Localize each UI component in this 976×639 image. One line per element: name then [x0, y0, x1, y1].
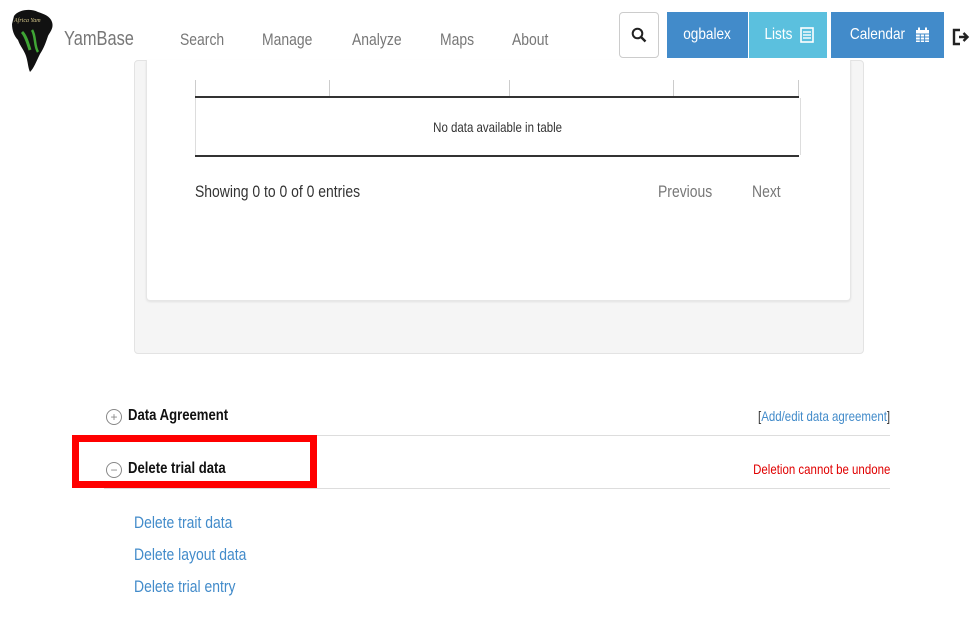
- brand-name[interactable]: YamBase: [64, 28, 134, 51]
- deletion-warning: Deletion cannot be undone: [752, 461, 890, 477]
- link-bracket-close: ]: [886, 408, 890, 424]
- nav-analyze[interactable]: Analyze: [352, 30, 402, 50]
- user-label: ogbalex: [683, 26, 732, 43]
- user-button[interactable]: ogbalex: [667, 12, 748, 58]
- lists-label: Lists: [764, 26, 793, 43]
- delete-trait-data-link[interactable]: Delete trait data: [134, 513, 232, 533]
- table-empty-row: No data available in table: [195, 98, 801, 155]
- nav-manage[interactable]: Manage: [262, 30, 312, 50]
- data-agreement-link-wrap: [Add/edit data agreement]: [758, 408, 890, 424]
- table-column-divider: [195, 80, 196, 96]
- table-info: Showing 0 to 0 of 0 entries: [195, 182, 361, 201]
- svg-text:Africa Yam: Africa Yam: [13, 17, 41, 24]
- data-agreement-section[interactable]: + Data Agreement [Add/edit data agreemen…: [104, 399, 890, 436]
- logout-icon[interactable]: [952, 28, 970, 46]
- calendar-button[interactable]: Calendar: [831, 12, 944, 58]
- nav-maps[interactable]: Maps: [440, 30, 474, 50]
- search-icon: [631, 27, 647, 43]
- table-footer-border: [195, 155, 799, 157]
- table-column-divider: [329, 80, 330, 96]
- data-agreement-title[interactable]: Data Agreement: [128, 407, 228, 425]
- search-button[interactable]: [619, 12, 659, 58]
- empty-message: No data available in table: [433, 118, 563, 135]
- add-edit-data-agreement-link[interactable]: Add/edit data agreement: [761, 408, 887, 424]
- table-column-divider: [673, 80, 674, 96]
- table-column-divider: [509, 80, 510, 96]
- lists-button[interactable]: Lists: [749, 12, 827, 58]
- list-icon: [800, 27, 814, 43]
- delete-trial-entry-link[interactable]: Delete trial entry: [134, 577, 236, 597]
- next-page-button[interactable]: Next: [752, 182, 781, 202]
- nav-about[interactable]: About: [512, 30, 548, 50]
- delete-layout-data-link[interactable]: Delete layout data: [134, 545, 246, 565]
- expand-icon[interactable]: +: [106, 409, 122, 425]
- calendar-icon: [915, 27, 929, 42]
- africa-yam-logo[interactable]: Africa Yam: [8, 6, 58, 76]
- table-column-divider: [798, 80, 799, 96]
- highlight-box: [72, 435, 317, 488]
- calendar-label: Calendar: [849, 26, 906, 43]
- previous-page-button[interactable]: Previous: [658, 182, 712, 202]
- nav-search[interactable]: Search: [180, 30, 224, 50]
